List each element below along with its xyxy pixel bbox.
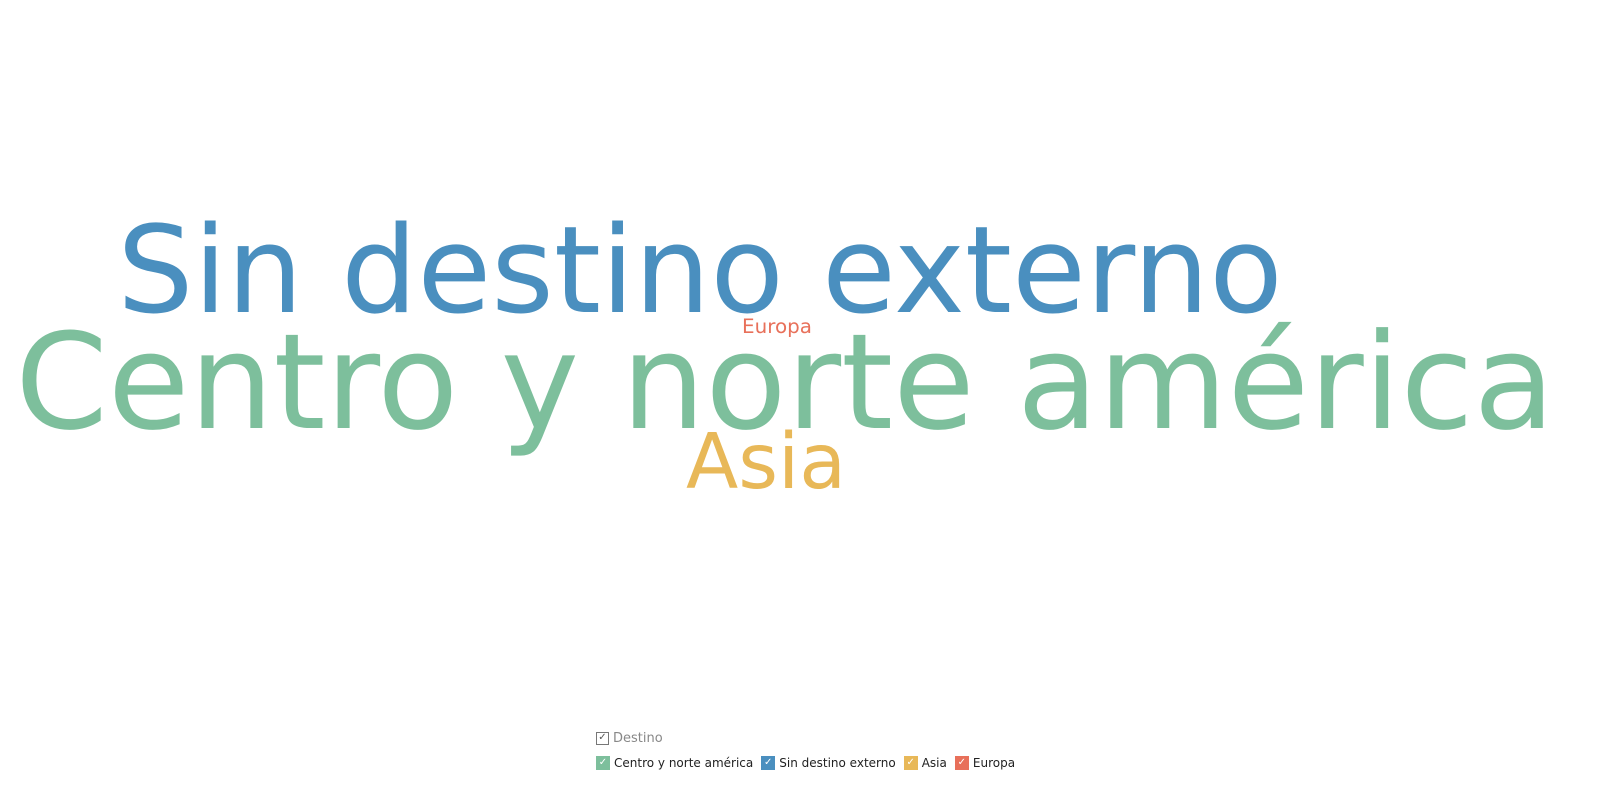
legend-label: Sin destino externo xyxy=(779,756,896,770)
legend-item-europa[interactable]: ✓ Europa xyxy=(954,756,1016,770)
legend: ✓ Destino ✓ Centro y norte américa ✓ Sin… xyxy=(596,728,1023,774)
legend-item-sin-destino-externo[interactable]: ✓ Sin destino externo xyxy=(761,756,896,770)
legend-label: Europa xyxy=(972,756,1016,770)
word-cloud: Centro y norte américa Sin destino exter… xyxy=(15,202,1555,507)
legend-label: Centro y norte américa xyxy=(614,756,754,770)
legend-label: Asia xyxy=(921,756,947,770)
legend-items: ✓ Centro y norte américa ✓ Sin destino e… xyxy=(596,752,1023,774)
word-sin-destino-externo[interactable]: Sin destino externo xyxy=(117,202,1282,341)
legend-title: Destino xyxy=(613,730,663,746)
check-icon[interactable]: ✓ xyxy=(596,756,610,770)
legend-item-centro-y-norte-america[interactable]: ✓ Centro y norte américa xyxy=(596,756,753,770)
legend-toggle-all[interactable]: ✓ Destino xyxy=(596,728,1023,748)
checkbox-icon[interactable]: ✓ xyxy=(596,731,609,745)
word-asia[interactable]: Asia xyxy=(686,418,846,507)
check-icon[interactable]: ✓ xyxy=(761,756,776,770)
word-europa[interactable]: Europa xyxy=(742,315,812,338)
legend-item-asia[interactable]: ✓ Asia xyxy=(903,756,947,770)
check-icon[interactable]: ✓ xyxy=(954,756,969,770)
check-icon[interactable]: ✓ xyxy=(903,756,918,770)
